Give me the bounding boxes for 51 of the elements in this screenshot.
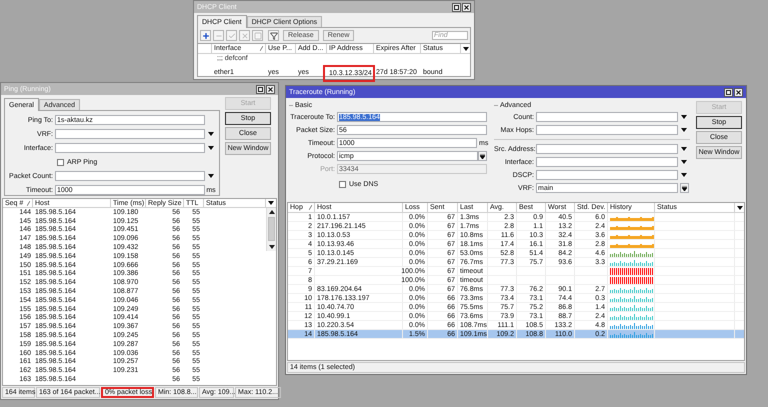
square-icon [254,32,262,40]
close-icon [464,4,469,10]
input-field[interactable] [55,143,205,153]
caret-icon [480,154,485,158]
filter-icon [270,32,278,40]
sort-icon [260,46,263,51]
caret-icon [268,201,274,205]
input-field[interactable] [55,171,205,181]
dropdown-button[interactable] [478,151,487,161]
caret-icon [462,46,468,50]
close-button[interactable] [734,88,743,96]
sort-icon [27,200,30,206]
caret-icon [681,173,687,177]
input-field[interactable] [536,112,678,122]
scrollbar[interactable] [266,208,276,251]
scroll-up-icon [267,208,276,217]
caret-icon [682,186,686,190]
toolbar-button[interactable] [200,30,211,41]
maximize-icon [258,86,263,92]
close-button[interactable] [266,84,275,94]
caret-icon [208,174,214,178]
input-field[interactable] [536,170,678,180]
close-icon [736,90,741,94]
close-button[interactable] [462,2,471,12]
maximize-button[interactable] [452,2,461,12]
caret-icon [736,206,742,210]
maximize-icon [726,90,731,94]
toolbar-button[interactable] [268,30,279,41]
maximize-icon [454,4,459,10]
checkbox[interactable] [57,158,64,166]
checkbox[interactable] [339,180,346,188]
caret-icon [681,147,687,151]
caret-icon [681,160,687,164]
cross-icon [240,32,248,40]
scroll-thumb[interactable] [268,217,275,241]
input-field[interactable] [536,125,678,135]
dropdown-button[interactable] [680,183,688,193]
input-field[interactable] [55,129,205,139]
plus-icon [202,32,210,40]
maximize-button[interactable] [256,84,265,94]
sort-icon [309,205,312,210]
caret-icon [681,128,687,132]
maximize-button[interactable] [724,88,733,96]
input-field[interactable] [536,157,678,167]
caret-icon [208,146,214,150]
caret-icon [208,132,214,136]
input-field[interactable] [536,144,678,154]
caret-icon [681,115,687,119]
check-icon [228,32,236,40]
close-icon [268,86,273,92]
scroll-down-icon [267,242,276,251]
